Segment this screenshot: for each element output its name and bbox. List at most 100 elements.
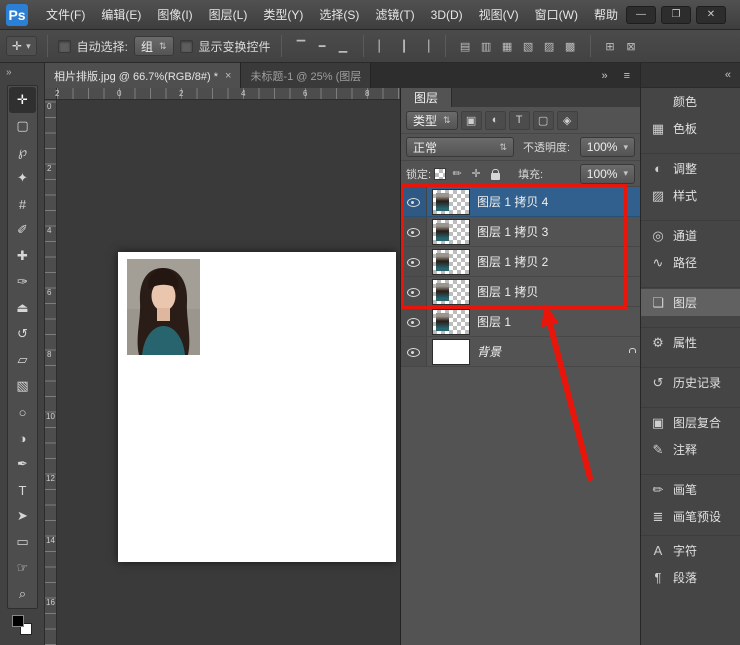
- menu-filter[interactable]: 滤镜(T): [367, 0, 422, 29]
- foreground-color-swatch[interactable]: [12, 615, 24, 627]
- layer-thumbnail[interactable]: [432, 189, 470, 215]
- dock-item-brush[interactable]: ✏ 画笔: [641, 476, 740, 503]
- lock-all-icon[interactable]: [487, 166, 503, 182]
- layer-thumbnail[interactable]: [432, 309, 470, 335]
- dock-item-notes[interactable]: ✎ 注释: [641, 436, 740, 463]
- filter-type-layers-icon[interactable]: T: [509, 111, 530, 130]
- filter-smart-objects-icon[interactable]: ◈: [557, 111, 578, 130]
- filter-pixel-layers-icon[interactable]: ▣: [461, 111, 482, 130]
- distribute-left-edges-icon[interactable]: ▧: [519, 37, 538, 55]
- show-transform-checkbox[interactable]: [180, 40, 193, 53]
- crop-tool[interactable]: #: [9, 191, 36, 217]
- lock-paint-icon[interactable]: ✏: [449, 166, 465, 182]
- menu-window[interactable]: 窗口(W): [527, 0, 586, 29]
- align-horizontal-centers-icon[interactable]: ┃: [395, 37, 414, 55]
- canvas-area[interactable]: 2 0 2 4 6 8 0 2 4 6 8 10 12 14 16: [45, 88, 400, 645]
- healing-brush-tool[interactable]: ✚: [9, 243, 36, 269]
- panel-collapse-icon[interactable]: »: [601, 70, 607, 82]
- restore-button[interactable]: ❐: [661, 6, 691, 24]
- pen-tool[interactable]: ✒: [9, 451, 36, 477]
- layer-name[interactable]: 图层 1 拷贝 2: [477, 253, 548, 270]
- dock-item-paragraph[interactable]: ¶ 段落: [641, 564, 740, 591]
- lock-transparency-icon[interactable]: [434, 168, 446, 180]
- gradient-tool[interactable]: ▧: [9, 373, 36, 399]
- align-vertical-centers-icon[interactable]: ━: [313, 37, 332, 55]
- minimize-button[interactable]: —: [626, 6, 656, 24]
- layer-kind-filter-dropdown[interactable]: 类型 ⇅: [406, 111, 458, 130]
- history-brush-tool[interactable]: ↺: [9, 321, 36, 347]
- clone-stamp-tool[interactable]: ⏏: [9, 295, 36, 321]
- hand-tool[interactable]: ☞: [9, 555, 36, 581]
- brush-tool[interactable]: ✑: [9, 269, 36, 295]
- layer-thumbnail[interactable]: [432, 339, 470, 365]
- layer-row[interactable]: 图层 1 拷贝 3: [401, 217, 640, 247]
- distribute-bottom-edges-icon[interactable]: ▦: [498, 37, 517, 55]
- eyedropper-tool[interactable]: ✐: [9, 217, 36, 243]
- toolbar-collapse-icon[interactable]: »: [6, 67, 12, 78]
- menu-edit[interactable]: 编辑(E): [93, 0, 149, 29]
- layer-row[interactable]: 图层 1 拷贝: [401, 277, 640, 307]
- layer-thumbnail[interactable]: [432, 249, 470, 275]
- layer-name[interactable]: 图层 1 拷贝: [477, 283, 538, 300]
- close-tab-icon[interactable]: ×: [225, 70, 231, 82]
- dock-item-character[interactable]: A 字符: [641, 537, 740, 564]
- filter-adjustment-layers-icon[interactable]: ◐: [485, 111, 506, 130]
- dock-item-styles[interactable]: ▨ 样式: [641, 182, 740, 209]
- dock-item-channels[interactable]: ◎ 通道: [641, 222, 740, 249]
- close-button[interactable]: ✕: [696, 6, 726, 24]
- layer-name[interactable]: 背景: [477, 343, 501, 360]
- quick-selection-tool[interactable]: ✦: [9, 165, 36, 191]
- dock-item-adjustments[interactable]: ◐ 调整: [641, 155, 740, 182]
- document-tab-active[interactable]: 相片排版.jpg @ 66.7%(RGB/8#) * ×: [45, 63, 241, 88]
- tab-layers[interactable]: 图层: [401, 88, 452, 107]
- rectangular-marquee-tool[interactable]: ▢: [9, 113, 36, 139]
- layer-row[interactable]: 图层 1: [401, 307, 640, 337]
- auto-align-layers-icon[interactable]: ⊞: [601, 37, 620, 55]
- foreground-background-swatches[interactable]: [12, 615, 34, 637]
- visibility-toggle[interactable]: [401, 187, 427, 216]
- blur-tool[interactable]: ○: [9, 399, 36, 425]
- blend-mode-dropdown[interactable]: 正常 ⇅: [406, 137, 514, 157]
- dock-item-color[interactable]: 颜色: [641, 88, 740, 115]
- eraser-tool[interactable]: ▱: [9, 347, 36, 373]
- visibility-toggle[interactable]: [401, 247, 427, 276]
- panel-menu-icon[interactable]: ≡: [624, 70, 630, 82]
- menu-3d[interactable]: 3D(D): [423, 0, 471, 29]
- menu-image[interactable]: 图像(I): [149, 0, 200, 29]
- align-top-edges-icon[interactable]: ▔: [292, 37, 311, 55]
- menu-layer[interactable]: 图层(L): [201, 0, 256, 29]
- layer-name[interactable]: 图层 1 拷贝 3: [477, 223, 548, 240]
- fill-dropdown[interactable]: 100% ▾: [580, 164, 635, 184]
- layer-thumbnail[interactable]: [432, 279, 470, 305]
- move-tool[interactable]: ✛: [9, 87, 36, 113]
- menu-select[interactable]: 选择(S): [311, 0, 367, 29]
- dock-collapse-icon[interactable]: «: [725, 69, 731, 81]
- layer-row[interactable]: 图层 1 拷贝 4: [401, 187, 640, 217]
- auto-select-target-dropdown[interactable]: 组 ⇅: [134, 36, 174, 56]
- visibility-toggle[interactable]: [401, 307, 427, 336]
- menu-type[interactable]: 类型(Y): [255, 0, 311, 29]
- align-right-edges-icon[interactable]: ▕: [416, 37, 435, 55]
- menu-help[interactable]: 帮助: [586, 0, 626, 29]
- layer-name[interactable]: 图层 1: [477, 313, 511, 330]
- dock-item-layers[interactable]: ❏ 图层: [641, 289, 740, 316]
- dock-item-paths[interactable]: ∿ 路径: [641, 249, 740, 276]
- distribute-horizontal-centers-icon[interactable]: ▨: [540, 37, 559, 55]
- visibility-toggle[interactable]: [401, 277, 427, 306]
- visibility-toggle[interactable]: [401, 337, 427, 366]
- type-tool[interactable]: T: [9, 477, 36, 503]
- document-canvas[interactable]: [118, 252, 396, 562]
- opacity-dropdown[interactable]: 100% ▾: [580, 137, 635, 157]
- shape-tool[interactable]: ▭: [9, 529, 36, 555]
- auto-select-checkbox[interactable]: [58, 40, 71, 53]
- menu-file[interactable]: 文件(F): [38, 0, 93, 29]
- layer-row[interactable]: 图层 1 拷贝 2: [401, 247, 640, 277]
- layer-thumbnail[interactable]: [432, 219, 470, 245]
- dock-item-swatches[interactable]: ▦ 色板: [641, 115, 740, 142]
- lock-position-icon[interactable]: ✛: [468, 166, 484, 182]
- dock-item-properties[interactable]: ⚙ 属性: [641, 329, 740, 356]
- distribute-top-edges-icon[interactable]: ▤: [456, 37, 475, 55]
- lasso-tool[interactable]: ℘: [9, 139, 36, 165]
- align-left-edges-icon[interactable]: ▏: [374, 37, 393, 55]
- align-bottom-edges-icon[interactable]: ▁: [334, 37, 353, 55]
